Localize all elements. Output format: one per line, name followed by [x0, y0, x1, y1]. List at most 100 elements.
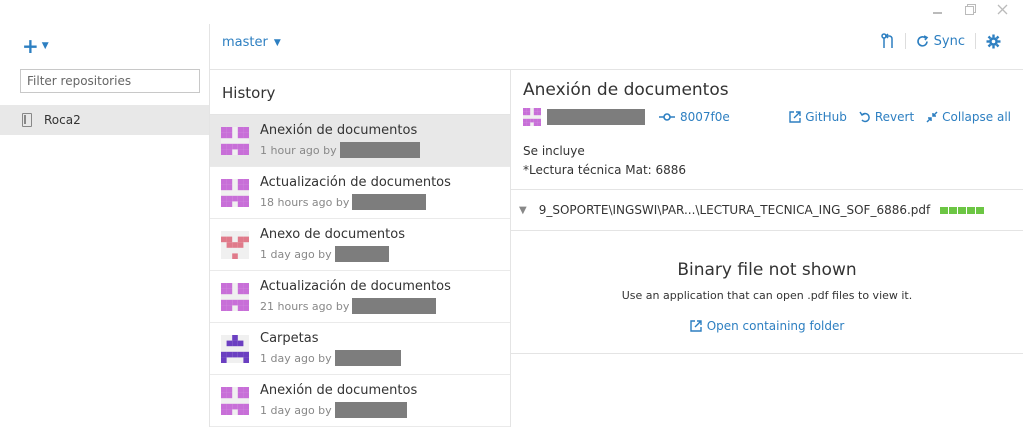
commit-text: Anexo de documentos 1 day ago by [260, 227, 405, 262]
description-line: Se incluye [523, 144, 585, 158]
commit-item[interactable]: Carpetas 1 day ago by [210, 323, 510, 375]
author-avatar [221, 230, 249, 259]
restore-button[interactable] [965, 4, 979, 18]
branch-selector[interactable]: master ▼ [222, 35, 281, 50]
sidebar: + ▼ Roca2 [0, 24, 210, 427]
github-link[interactable]: GitHub [789, 110, 847, 124]
author-avatar [221, 126, 249, 155]
commit-item-meta: 1 day ago by [260, 402, 417, 418]
toolbar: master ▼ Sync [210, 24, 1023, 70]
commit-actions: GitHub Revert Collapse all [789, 110, 1011, 124]
commit-text: Anexión de documentos 1 hour ago by [260, 123, 420, 158]
author-avatar [221, 282, 249, 311]
revert-label: Revert [874, 110, 915, 124]
commit-sha[interactable]: 8007f0e [659, 110, 730, 124]
plus-icon: + [22, 34, 39, 58]
collapse-icon [926, 111, 938, 123]
add-repository-button[interactable]: + ▼ [22, 34, 49, 58]
repo-name: Roca2 [44, 113, 81, 127]
commit-item-time: 1 day ago by [260, 403, 332, 417]
close-icon [997, 4, 1008, 15]
diffstat [940, 206, 985, 214]
commit-item-title: Anexión de documentos [260, 123, 418, 138]
external-link-icon [789, 111, 801, 123]
commit-item[interactable]: Actualización de documentos 21 hours ago… [210, 271, 510, 323]
commit-list: Anexión de documentos 1 hour ago by Actu… [210, 115, 510, 427]
commit-item-title: Anexo de documentos [260, 227, 405, 242]
commit-item-meta: 21 hours ago by [260, 298, 451, 314]
settings-button[interactable] [976, 34, 1011, 49]
commit-title: Anexión de documentos [523, 80, 729, 100]
window-controls [933, 4, 1011, 18]
author-avatar [221, 178, 249, 207]
commit-item-meta: 1 day ago by [260, 350, 401, 366]
sidebar-item-repo[interactable]: Roca2 [0, 105, 209, 135]
author-avatar [221, 386, 249, 415]
history-title: History [210, 70, 510, 115]
repo-book-icon [22, 113, 32, 127]
chevron-down-icon: ▼ [41, 41, 49, 51]
commit-item[interactable]: Anexión de documentos 1 day ago by [210, 375, 510, 427]
sync-label: Sync [933, 33, 965, 49]
github-label: GitHub [805, 110, 847, 124]
commit-item[interactable]: Anexión de documentos 1 hour ago by [210, 115, 510, 167]
author-avatar [221, 334, 249, 363]
commit-item-time: 18 hours ago by [260, 195, 350, 209]
commit-detail: Anexión de documentos 8007f0e GitHub Rev… [511, 70, 1023, 427]
commit-item-meta: 1 hour ago by [260, 142, 420, 158]
commit-sha-label: 8007f0e [680, 110, 730, 124]
author-name-redacted [339, 142, 420, 158]
open-containing-folder-link[interactable]: Open containing folder [689, 319, 845, 333]
minimize-button[interactable] [933, 4, 947, 18]
author-name-redacted [334, 350, 401, 366]
gear-icon [986, 34, 1001, 48]
commit-icon [659, 113, 675, 121]
open-folder-label: Open containing folder [706, 319, 845, 333]
author-name-redacted [352, 194, 427, 210]
commit-item-time: 1 day ago by [260, 351, 332, 365]
history-panel: History Anexión de documentos 1 hour ago… [210, 70, 511, 427]
commit-item-time: 1 hour ago by [260, 143, 337, 157]
pull-request-icon [880, 33, 893, 48]
app-window: + ▼ Roca2 master ▼ Sync [0, 0, 1023, 427]
minimize-icon [933, 6, 942, 14]
collapse-all-button[interactable]: Collapse all [926, 110, 1011, 124]
author-name-redacted [334, 246, 389, 262]
commit-item-title: Anexión de documentos [260, 383, 418, 398]
sync-icon [916, 34, 928, 47]
commit-item[interactable]: Anexo de documentos 1 day ago by [210, 219, 510, 271]
branch-name: master [222, 35, 268, 50]
restore-icon [965, 4, 976, 15]
binary-title: Binary file not shown [677, 260, 857, 280]
commit-text: Anexión de documentos 1 day ago by [260, 383, 417, 418]
binary-subtitle: Use an application that can open .pdf fi… [621, 289, 913, 302]
toolbar-actions: Sync [871, 33, 1011, 49]
external-link-icon [689, 320, 702, 332]
commit-item-title: Carpetas [260, 331, 319, 346]
commit-item[interactable]: Actualización de documentos 18 hours ago… [210, 167, 510, 219]
commit-meta: 8007f0e [523, 108, 730, 126]
collapse-all-label: Collapse all [942, 110, 1011, 124]
chevron-down-icon[interactable]: ▼ [519, 205, 527, 216]
binary-notice: Binary file not shown Use an application… [511, 232, 1023, 354]
description-line: *Lectura técnica Mat: 6886 [523, 163, 687, 177]
commit-text: Actualización de documentos 21 hours ago… [260, 279, 451, 314]
revert-icon [859, 111, 870, 123]
file-header[interactable]: ▼ 9_SOPORTE\INGSWI\PAR...\LECTURA_TECNIC… [511, 189, 1023, 231]
author-name-redacted [334, 402, 407, 418]
author-name-redacted [547, 109, 645, 125]
commit-item-title: Actualización de documentos [260, 175, 451, 190]
close-button[interactable] [997, 4, 1011, 18]
commit-description: Se incluye *Lectura técnica Mat: 6886 [523, 142, 686, 180]
revert-button[interactable]: Revert [859, 110, 914, 124]
commit-item-title: Actualización de documentos [260, 279, 451, 294]
filter-repositories-input[interactable] [20, 69, 200, 93]
commit-item-time: 21 hours ago by [260, 299, 350, 313]
commit-text: Actualización de documentos 18 hours ago… [260, 175, 451, 210]
commit-item-meta: 18 hours ago by [260, 194, 451, 210]
author-avatar [523, 108, 541, 126]
commit-item-time: 1 day ago by [260, 247, 332, 261]
pull-request-button[interactable] [871, 33, 905, 49]
sync-button[interactable]: Sync [906, 34, 975, 49]
chevron-down-icon: ▼ [273, 37, 281, 48]
